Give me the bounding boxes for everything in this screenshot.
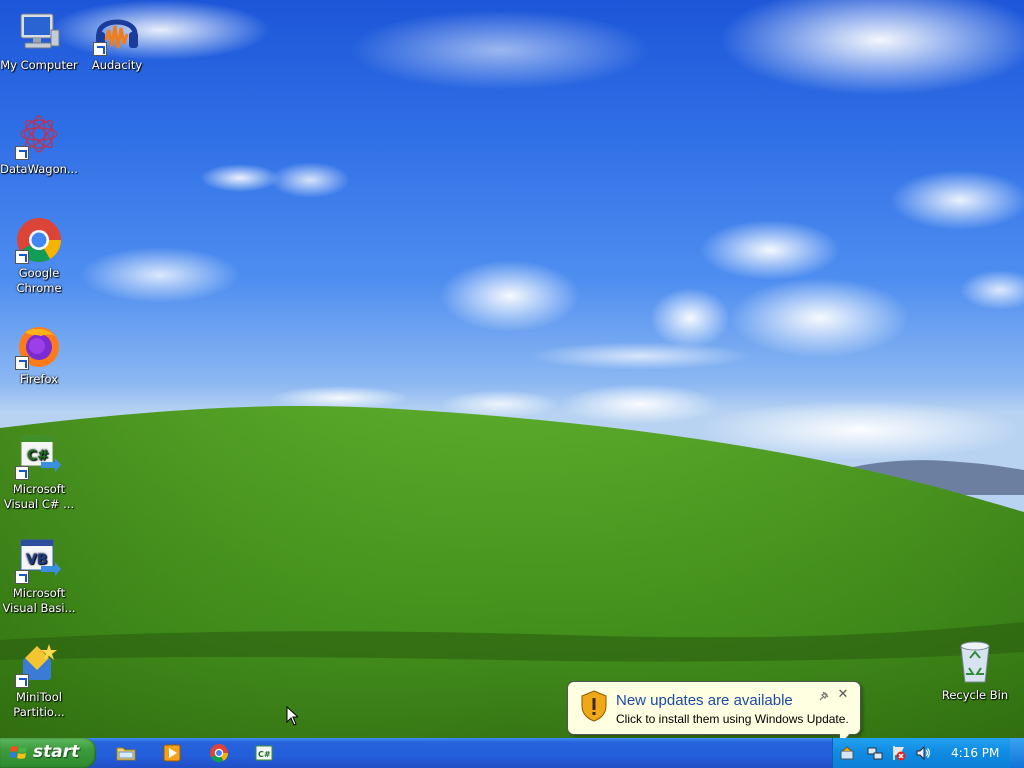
svg-text:C#: C# [258, 750, 271, 759]
desktop-icon-label: Recycle Bin [941, 688, 1009, 702]
desktop-icon-label: Google [18, 266, 60, 280]
desktop-icon-datawagon[interactable]: DataWagon... [0, 112, 78, 177]
shortcut-arrow-icon [15, 146, 29, 160]
folder-icon[interactable] [116, 743, 136, 763]
chrome-icon [15, 216, 63, 264]
my-computer-icon [15, 8, 63, 56]
desktop-icon-label: Firefox [19, 372, 59, 386]
desktop-icon-my-computer[interactable]: My Computer [0, 8, 78, 73]
desktop-icon-recycle-bin[interactable]: Recycle Bin [936, 638, 1014, 703]
desktop: My Computer Audacity DataWagon... Google… [0, 0, 1024, 738]
desktop-icon-label: Microsoft [12, 482, 66, 496]
desktop-icon-visual-csharp[interactable]: C# Microsoft Visual C# ... [0, 432, 78, 512]
shortcut-arrow-icon [15, 674, 29, 688]
start-label: start [33, 742, 80, 762]
notification-body: Click to install them using Windows Upda… [616, 712, 849, 726]
desktop-icon-firefox[interactable]: Firefox [0, 322, 78, 387]
desktop-icon-label: MiniTool [16, 690, 62, 704]
desktop-icon-label: My Computer [0, 58, 78, 72]
pin-icon[interactable] [818, 690, 830, 702]
desktop-icon-visual-basic[interactable]: VB Microsoft Visual Basi... [0, 536, 78, 616]
security-alert-icon[interactable] [891, 745, 907, 761]
desktop-icon-audacity[interactable]: Audacity [78, 8, 156, 73]
shortcut-arrow-icon [15, 250, 29, 264]
system-clock[interactable]: 4:16 PM [951, 746, 999, 760]
notification-title: New updates are available [616, 692, 793, 709]
svg-text:VB: VB [26, 552, 48, 568]
desktop-icon-label: DataWagon... [0, 162, 78, 176]
datawagon-icon [15, 112, 63, 160]
desktop-icon-label: Partitio... [13, 705, 65, 719]
start-button[interactable]: start [0, 738, 96, 768]
windows-update-icon[interactable] [839, 745, 855, 761]
recycle-bin-icon [951, 638, 999, 686]
shortcut-arrow-icon [15, 356, 29, 370]
audacity-icon [93, 8, 141, 56]
shortcut-arrow-icon [15, 570, 29, 584]
windows-logo-icon [10, 746, 27, 759]
firefox-icon [15, 322, 63, 370]
desktop-icon-google-chrome[interactable]: Google Chrome [0, 216, 78, 296]
desktop-icon-label: Visual Basi... [2, 601, 76, 615]
close-icon[interactable]: ✕ [836, 688, 850, 702]
volume-icon[interactable] [915, 745, 931, 761]
desktop-icon-label: Microsoft [12, 586, 66, 600]
svg-text:C#: C# [27, 448, 49, 464]
mouse-cursor-icon [286, 706, 298, 726]
visual-csharp-icon[interactable]: C# [254, 743, 274, 763]
visual-csharp-icon: C# [15, 432, 63, 480]
desktop-icon-label: Audacity [91, 58, 143, 72]
windows-update-shield-icon [581, 690, 607, 722]
media-player-icon[interactable] [162, 743, 182, 763]
taskbar: start C# 4:16 PM [0, 738, 1024, 768]
taskbar-edge [1010, 738, 1024, 768]
chrome-icon[interactable] [209, 743, 229, 763]
shortcut-arrow-icon [93, 42, 107, 56]
desktop-icon-label: Chrome [16, 281, 62, 295]
minitool-partition-icon [15, 640, 63, 688]
visual-basic-icon: VB [15, 536, 63, 584]
wallpaper [0, 0, 1024, 738]
system-tray: 4:16 PM [832, 738, 1011, 768]
network-icon[interactable] [867, 745, 883, 761]
desktop-icon-label: Visual C# ... [3, 497, 75, 511]
update-notification-balloon[interactable]: New updates are available Click to insta… [567, 681, 861, 738]
desktop-icon-minitool-partition[interactable]: MiniTool Partitio... [0, 640, 78, 720]
shortcut-arrow-icon [15, 466, 29, 480]
